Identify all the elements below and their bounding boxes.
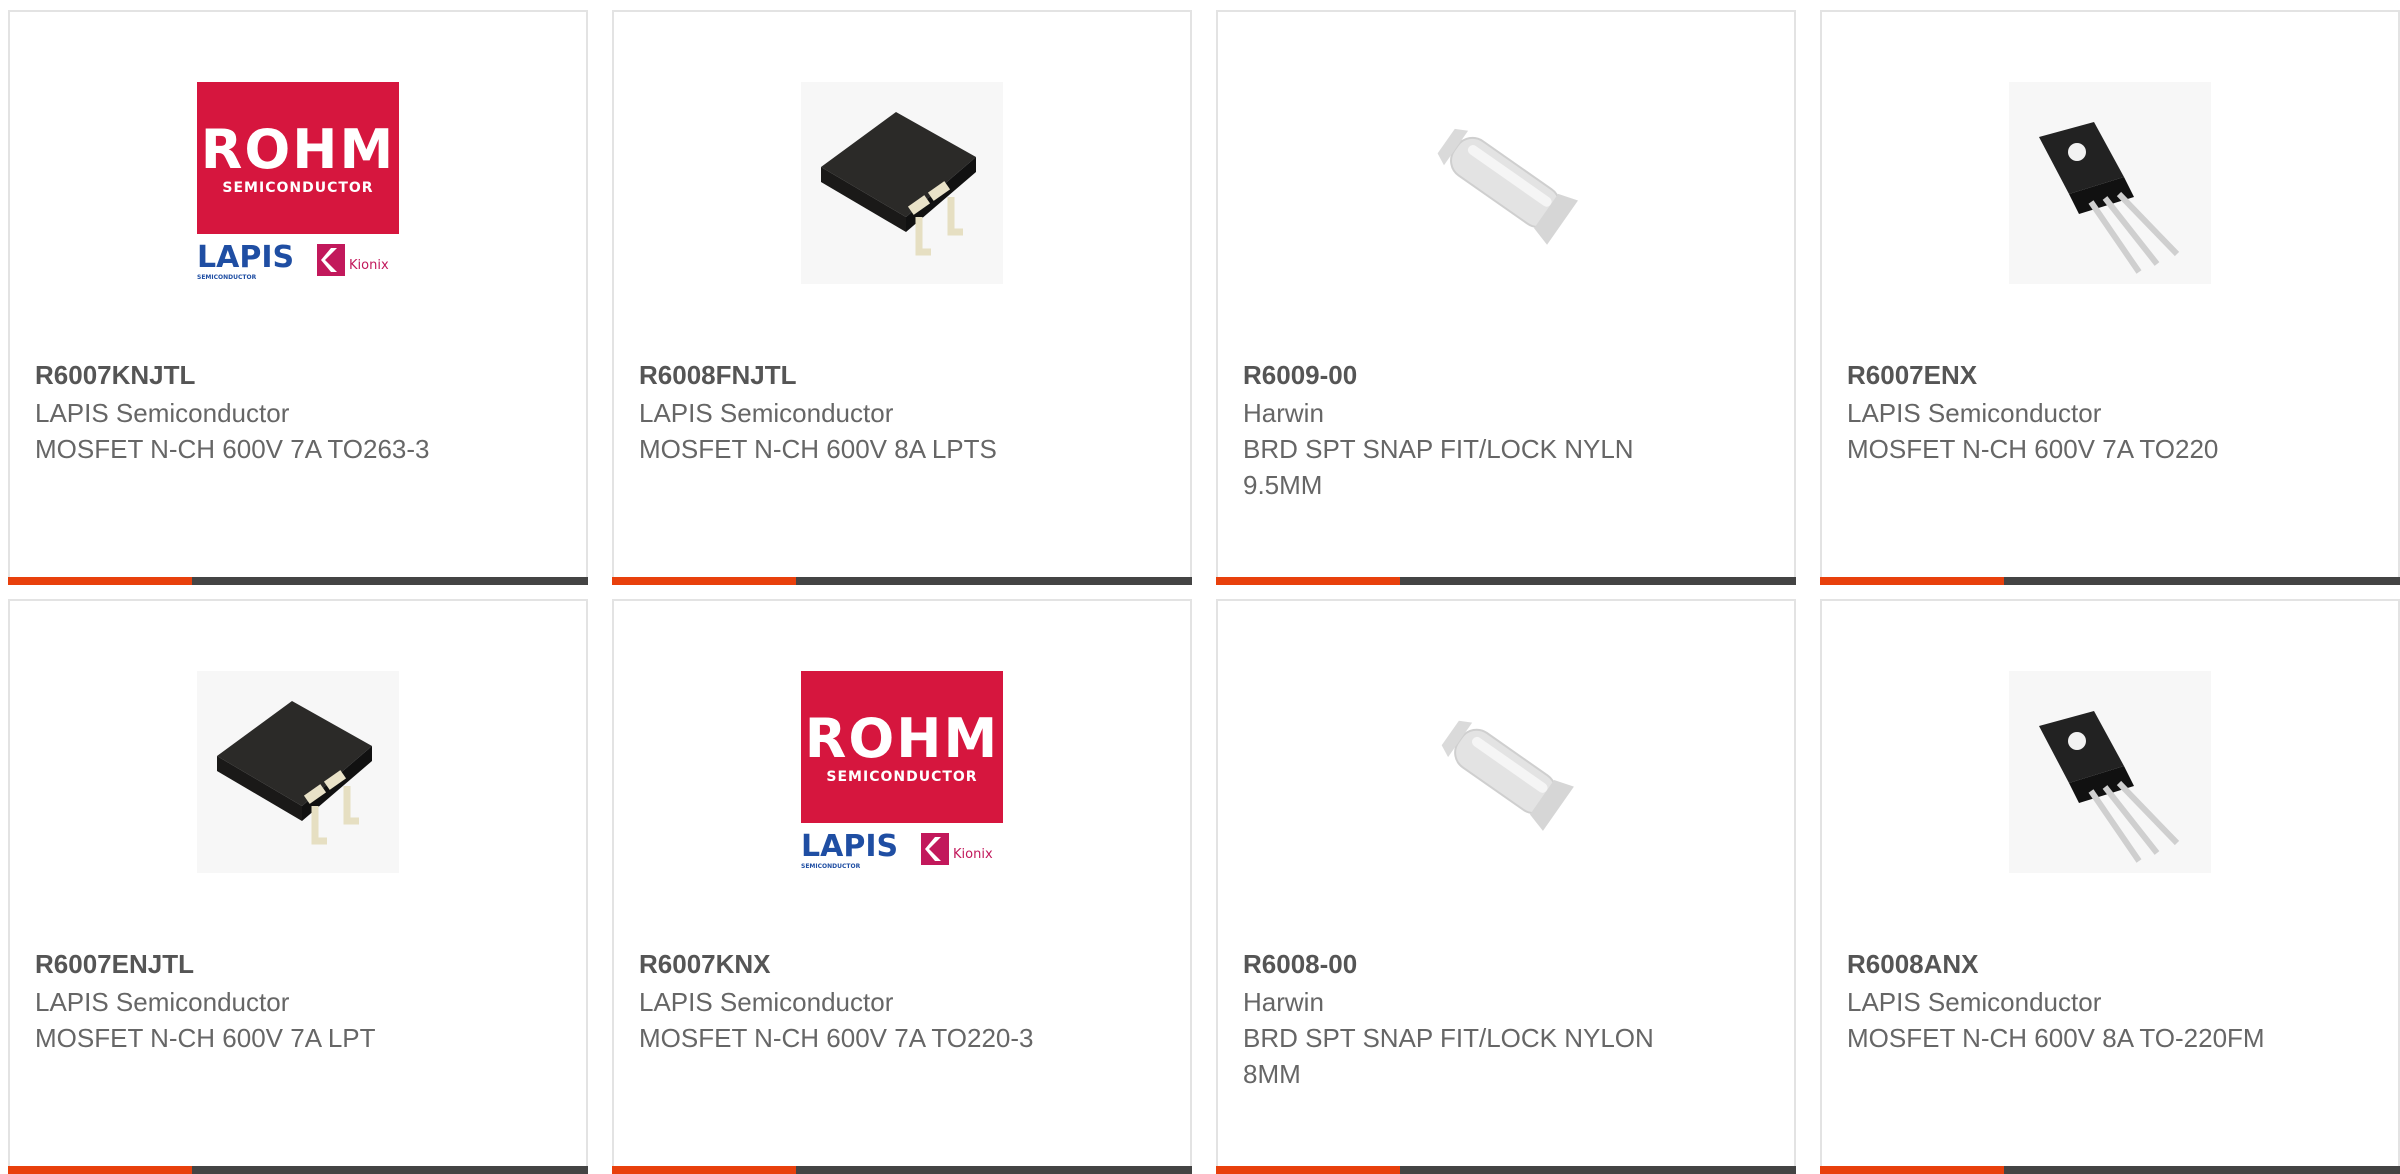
product-image[interactable] [197,671,399,873]
rohm-logo-subtext: SEMICONDUCTOR [222,180,374,196]
manufacturer-name: LAPIS Semiconductor [639,987,894,1017]
manufacturer-name: LAPIS Semiconductor [639,398,894,428]
card-bottom-bar [8,577,588,585]
card-bottom-bar [612,1166,1192,1174]
card-bottom-bar [8,1166,588,1174]
rohm-logo-subtext: SEMICONDUCTOR [826,769,978,785]
product-image[interactable] [801,82,1003,284]
product-image[interactable]: ROHM SEMICONDUCTOR LAPIS SEMICONDUCTOR Ki… [801,671,1003,873]
product-card[interactable]: R6007ENX LAPIS Semiconductor MOSFET N-CH… [1820,10,2400,585]
lapis-logo-subtext: SEMICONDUCTOR [801,863,861,870]
product-description: BRD SPT SNAP FIT/LOCK NYLN 9.5MM [1243,434,1634,500]
product-card[interactable]: R6008ANX LAPIS Semiconductor MOSFET N-CH… [1820,599,2400,1174]
rohm-logo: ROHM SEMICONDUCTOR LAPIS SEMICONDUCTOR Ki… [197,82,399,284]
manufacturer-name: Harwin [1243,398,1324,428]
card-bottom-bar [1216,577,1796,585]
part-number-link[interactable]: R6008ANX [1847,946,1979,982]
part-number-link[interactable]: R6008-00 [1243,946,1357,982]
lapis-logo-text: LAPIS [197,240,295,275]
card-bottom-bar [612,577,1192,585]
d2pak-package-icon [801,82,1003,284]
manufacturer-name: LAPIS Semiconductor [35,398,290,428]
product-image[interactable] [1405,671,1607,873]
product-description: MOSFET N-CH 600V 7A LPT [35,1023,376,1053]
nylon-spacer-icon [1441,720,1574,831]
kionix-logo-text: Kionix [953,847,993,862]
product-card[interactable]: ROHM SEMICONDUCTOR LAPIS SEMICONDUCTOR Ki… [8,10,588,585]
lapis-logo-subtext: SEMICONDUCTOR [197,274,257,281]
card-bottom-bar [1820,577,2400,585]
nylon-spacer-icon [1437,128,1579,245]
product-description: MOSFET N-CH 600V 7A TO263-3 [35,434,430,464]
product-card[interactable]: ROHM SEMICONDUCTOR LAPIS SEMICONDUCTOR Ki… [612,599,1192,1174]
part-number-link[interactable]: R6009-00 [1243,357,1357,393]
kionix-logo: Kionix [315,240,399,282]
part-number-link[interactable]: R6007ENJTL [35,946,194,982]
part-number-link[interactable]: R6008FNJTL [639,357,797,393]
card-bottom-bar [1820,1166,2400,1174]
part-number-link[interactable]: R6007ENX [1847,357,1977,393]
product-description: MOSFET N-CH 600V 8A LPTS [639,434,997,464]
to220-package-icon [2009,82,2211,284]
product-description: MOSFET N-CH 600V 7A TO220-3 [639,1023,1034,1053]
manufacturer-name: LAPIS Semiconductor [1847,398,2102,428]
kionix-logo-text: Kionix [349,258,389,273]
product-card[interactable]: R6007ENJTL LAPIS Semiconductor MOSFET N-… [8,599,588,1174]
rohm-logo-text: ROHM [200,118,396,181]
product-description: MOSFET N-CH 600V 7A TO220 [1847,434,2219,464]
product-card[interactable]: R6008-00 Harwin BRD SPT SNAP FIT/LOCK NY… [1216,599,1796,1174]
product-image[interactable] [1405,82,1607,284]
product-description: MOSFET N-CH 600V 8A TO-220FM [1847,1023,2265,1053]
part-number-link[interactable]: R6007KNJTL [35,357,195,393]
product-image[interactable] [2009,82,2211,284]
rohm-logo: ROHM SEMICONDUCTOR LAPIS SEMICONDUCTOR Ki… [801,671,1003,873]
rohm-logo-text: ROHM [804,707,1000,770]
manufacturer-name: LAPIS Semiconductor [1847,987,2102,1017]
manufacturer-name: LAPIS Semiconductor [35,987,290,1017]
product-grid: ROHM SEMICONDUCTOR LAPIS SEMICONDUCTOR Ki… [8,10,2400,1174]
product-card[interactable]: R6008FNJTL LAPIS Semiconductor MOSFET N-… [612,10,1192,585]
d2pak-package-icon [197,671,399,873]
product-card[interactable]: R6009-00 Harwin BRD SPT SNAP FIT/LOCK NY… [1216,10,1796,585]
kionix-logo: Kionix [919,829,1003,871]
product-description: BRD SPT SNAP FIT/LOCK NYLON 8MM [1243,1023,1654,1089]
card-bottom-bar [1216,1166,1796,1174]
part-number-link[interactable]: R6007KNX [639,946,771,982]
manufacturer-name: Harwin [1243,987,1324,1017]
product-image[interactable]: ROHM SEMICONDUCTOR LAPIS SEMICONDUCTOR Ki… [197,82,399,284]
product-image[interactable] [2009,671,2211,873]
to220-package-icon [2009,671,2211,873]
lapis-logo-text: LAPIS [801,829,899,864]
